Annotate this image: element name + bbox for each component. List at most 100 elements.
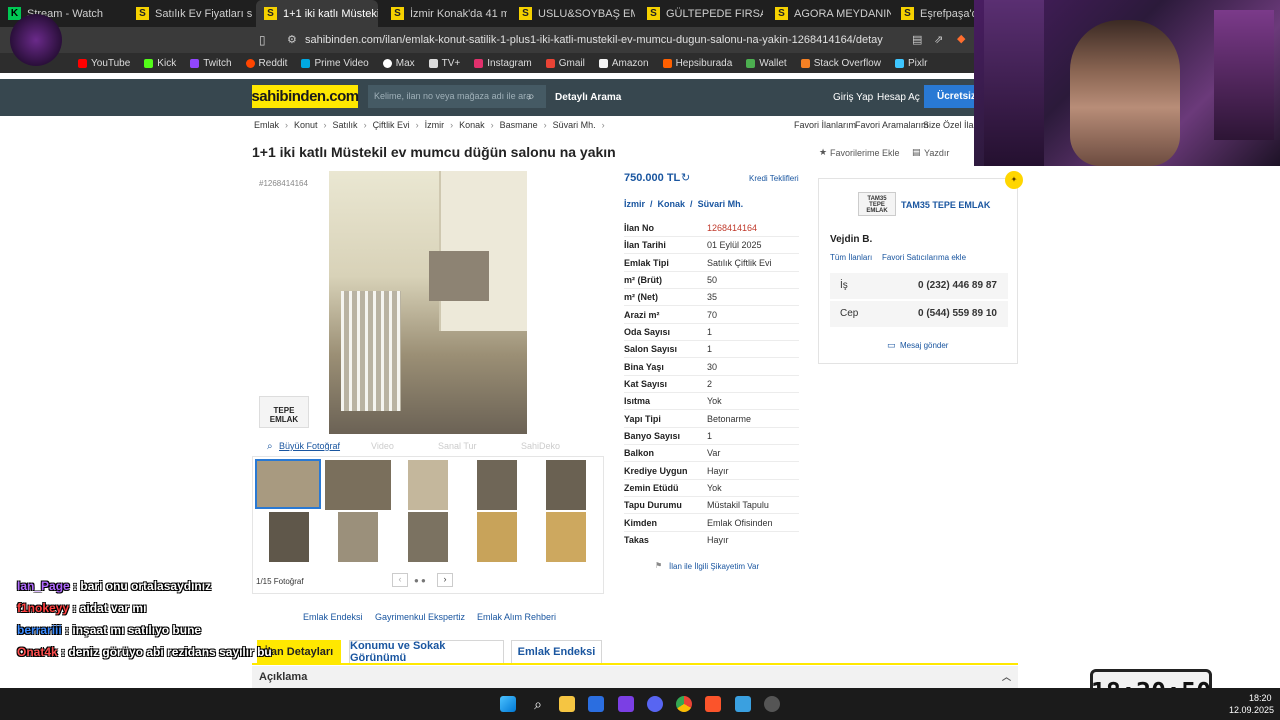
store-logo[interactable]: TAM35 TEPE EMLAK: [858, 192, 896, 216]
discord-icon[interactable]: [647, 696, 663, 712]
register-link[interactable]: Hesap Aç: [877, 92, 920, 103]
bookmark-twitch[interactable]: Twitch: [190, 58, 232, 69]
bookmark-wallet[interactable]: Wallet: [746, 58, 787, 69]
sahideko-link[interactable]: SahiDeko: [521, 441, 560, 451]
share-icon[interactable]: ⇗: [934, 33, 943, 46]
bookmark-icon[interactable]: ▯: [259, 33, 266, 47]
main-photo[interactable]: [329, 171, 527, 434]
bookmark-instagram[interactable]: Instagram: [474, 58, 532, 69]
phone-work[interactable]: İş 0 (232) 446 89 87: [830, 273, 1008, 299]
alim-rehberi-link[interactable]: Emlak Alım Rehberi: [477, 612, 556, 622]
network-app-icon[interactable]: [735, 696, 751, 712]
brave-icon[interactable]: ◆: [957, 32, 965, 45]
next-photo-button[interactable]: ›: [437, 573, 453, 587]
emlak-endeksi-link[interactable]: Emlak Endeksi: [303, 612, 363, 622]
breadcrumb-item[interactable]: Çiftlik Evi: [373, 120, 410, 130]
thumbnail-4[interactable]: [477, 460, 517, 510]
detail-row: Bina Yaşı 30: [624, 359, 799, 376]
detail-row: Banyo Sayısı 1: [624, 428, 799, 445]
virtual-tour-link[interactable]: Sanal Tur: [438, 441, 477, 451]
thumbnail-5[interactable]: [546, 460, 586, 510]
thumbnail-2[interactable]: [325, 460, 391, 510]
tab-esrefpasa[interactable]: S Eşrefpaşa'da yatır: [893, 0, 983, 27]
phone-mobile[interactable]: Cep 0 (544) 559 89 10: [830, 301, 1008, 327]
thumbnail-6[interactable]: [269, 512, 309, 562]
bookmark-amazon[interactable]: Amazon: [598, 58, 649, 69]
breadcrumb-separator: ›: [323, 120, 327, 130]
bookmark-prime-video[interactable]: Prime Video: [301, 58, 369, 69]
tab-uslu-soybas[interactable]: S USLU&SOYBAŞ EMLAKTAN: [511, 0, 635, 27]
all-listings-link[interactable]: Tüm İlanları: [830, 253, 872, 262]
thumbnail-10[interactable]: [546, 512, 586, 562]
price-history-icon[interactable]: ↻: [681, 171, 690, 184]
detail-row: Oda Sayısı 1: [624, 324, 799, 341]
description-header[interactable]: Açıklama ︿: [252, 666, 1018, 688]
credit-offers-link[interactable]: Kredi Teklifleri: [749, 174, 799, 183]
breadcrumb-item[interactable]: Basmane: [500, 120, 538, 130]
site-info-icon[interactable]: ⚙: [287, 33, 297, 46]
collapse-icon[interactable]: ︿: [1002, 670, 1011, 683]
store-icon[interactable]: [588, 696, 604, 712]
tab-agora[interactable]: S AGORA MEYDANINA YÜR: [767, 0, 891, 27]
prev-photo-button[interactable]: ‹: [392, 573, 408, 587]
kick-icon: K: [8, 7, 21, 20]
file-explorer-icon[interactable]: [559, 696, 575, 712]
location-city[interactable]: İzmir: [624, 199, 645, 209]
windows-start-icon[interactable]: [500, 696, 516, 712]
favorite-searches-link[interactable]: Favori Aramalarım: [855, 120, 929, 130]
large-photo-link[interactable]: Büyük Fotoğraf: [279, 441, 340, 451]
site-logo[interactable]: sahibinden.com: [251, 85, 359, 108]
ekspertiz-link[interactable]: Gayrimenkul Ekspertiz: [375, 612, 465, 622]
store-name[interactable]: TAM35 TEPE EMLAK: [901, 200, 990, 210]
chrome-icon[interactable]: [676, 696, 692, 712]
bookmark-youtube[interactable]: YouTube: [78, 58, 130, 69]
tab-izmir-konak[interactable]: S İzmir Konak'da 41 m2 Arsa: [383, 0, 507, 27]
favorite-listings-link[interactable]: Favori İlanlarım: [794, 120, 856, 130]
app-icon[interactable]: [618, 696, 634, 712]
tab-location-street-view[interactable]: Konumu ve Sokak Görünümü: [349, 640, 504, 664]
favorite-seller-link[interactable]: Favori Satıcılarıma ekle: [882, 253, 966, 262]
video-link[interactable]: Video: [371, 441, 394, 451]
obs-icon[interactable]: [764, 696, 780, 712]
brave-icon[interactable]: [705, 696, 721, 712]
tab-emlak-endeksi[interactable]: Emlak Endeksi: [511, 640, 602, 664]
login-link[interactable]: Giriş Yap: [833, 92, 873, 103]
breadcrumb: Emlak › Konut › Satılık › Çiftlik Evi › İzmi…: [254, 120, 605, 130]
tab-satilik-ev[interactable]: S Satılık Ev Fiyatları sahibind: [128, 0, 252, 27]
bookmark-pixlr[interactable]: Pixlr: [894, 58, 927, 69]
bookmark-kick[interactable]: Kick: [144, 58, 176, 69]
bookmark-max[interactable]: Max: [382, 58, 415, 69]
search-icon[interactable]: ⌕: [530, 696, 546, 712]
thumbnail-7[interactable]: [338, 512, 378, 562]
breadcrumb-item[interactable]: Satılık: [333, 120, 358, 130]
location-district[interactable]: Konak: [658, 199, 686, 209]
tab-active-listing[interactable]: S 1+1 iki katlı Müstekil ✕: [256, 0, 378, 27]
breadcrumb-item[interactable]: İzmir: [425, 120, 445, 130]
breadcrumb-item[interactable]: Konak: [459, 120, 485, 130]
location-neighborhood[interactable]: Süvari Mh.: [698, 199, 744, 209]
search-icon[interactable]: ⌕: [528, 89, 535, 104]
send-message-link[interactable]: Mesaj gönder: [900, 341, 948, 350]
detail-row: Emlak Tipi Satılık Çiftlik Evi: [624, 255, 799, 272]
breadcrumb-item[interactable]: Konut: [294, 120, 318, 130]
bookmark-gmail[interactable]: Gmail: [545, 58, 585, 69]
bookmark-reddit[interactable]: Reddit: [245, 58, 287, 69]
print-link[interactable]: Yazdır: [924, 148, 949, 158]
add-favorite-link[interactable]: Favorilerime Ekle: [830, 148, 900, 158]
bookmark-tvplus[interactable]: TV+: [428, 58, 460, 69]
tab-gultepe[interactable]: S GÜLTEPEDE FIRSAT EV KA: [639, 0, 763, 27]
detail-row: Kat Sayısı 2: [624, 376, 799, 393]
reader-icon[interactable]: ▤: [912, 33, 922, 46]
thumbnail-8[interactable]: [408, 512, 448, 562]
url-input[interactable]: sahibinden.com/ilan/emlak-konut-satilik-…: [305, 34, 883, 46]
thumbnail-9[interactable]: [477, 512, 517, 562]
thumbnail-1[interactable]: [255, 459, 321, 509]
search-input[interactable]: Kelime, ilan no veya mağaza adı ile ara: [368, 85, 546, 108]
thumbnail-3[interactable]: [408, 460, 448, 510]
bookmark-stack-overflow[interactable]: Stack Overflow: [800, 58, 881, 69]
report-listing-link[interactable]: İlan ile İlgili Şikayetim Var: [669, 562, 759, 571]
breadcrumb-item[interactable]: Emlak: [254, 120, 279, 130]
bookmark-hepsiburada[interactable]: Hepsiburada: [662, 58, 732, 69]
breadcrumb-item[interactable]: Süvari Mh.: [553, 120, 596, 130]
detayli-arama-link[interactable]: Detaylı Arama: [555, 92, 621, 103]
